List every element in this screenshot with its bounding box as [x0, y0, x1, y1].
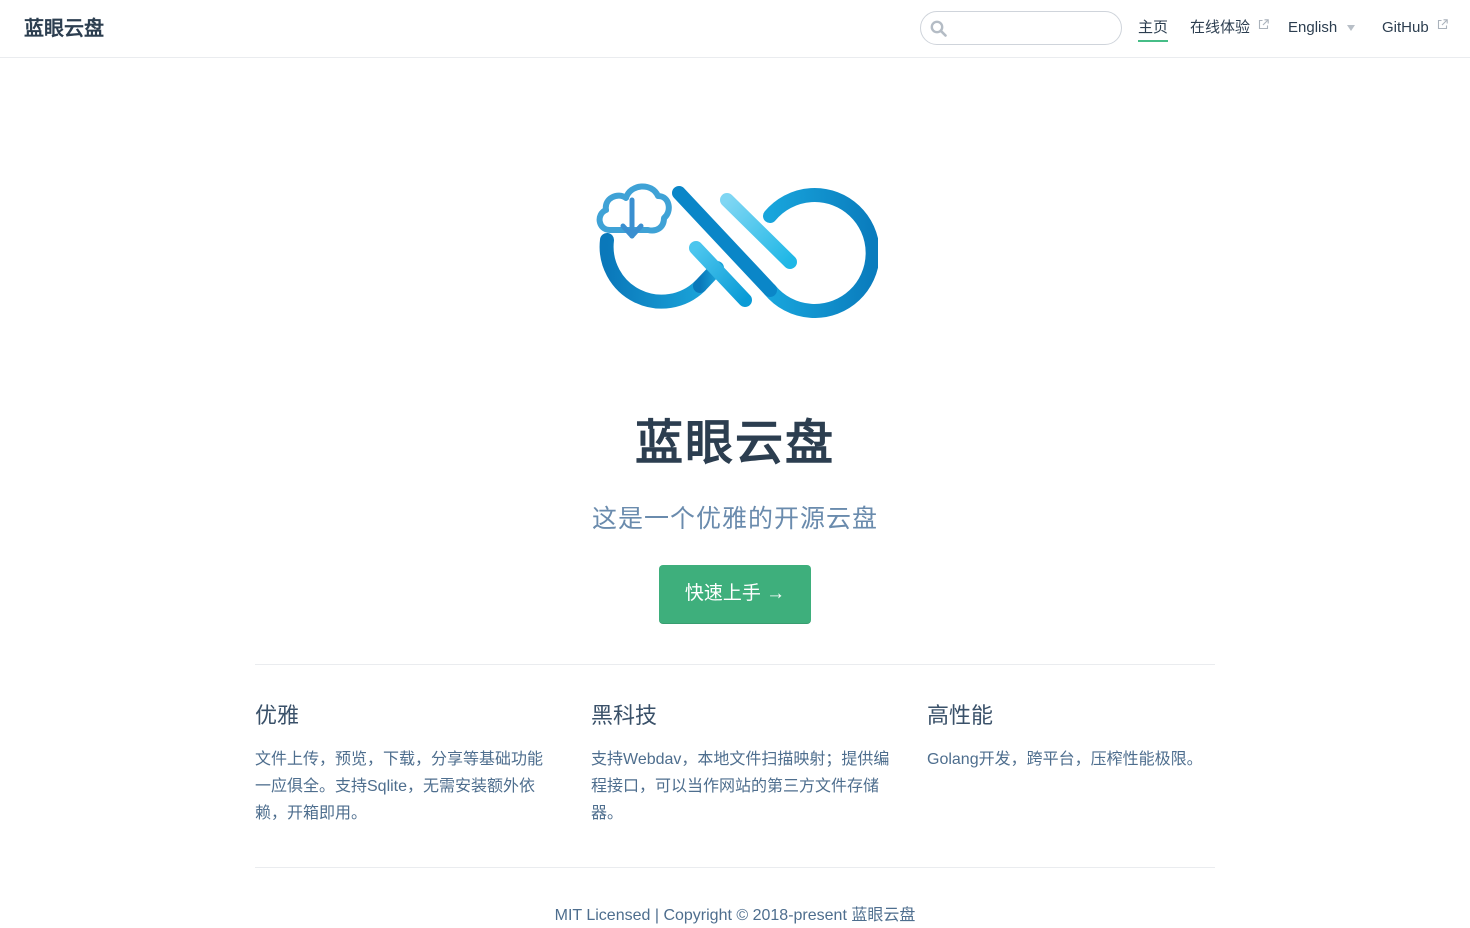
- hero-title: 蓝眼云盘: [634, 417, 835, 470]
- feature-details: 文件上传，预览，下载，分享等基础功能一应俱全。支持Sqlite，无需安装额外依赖…: [255, 751, 544, 822]
- feature-title: 高性能: [927, 703, 994, 728]
- feature-card: 高性能 Golang开发，跨平台，压榨性能极限。: [927, 700, 1227, 773]
- features-divider: [255, 664, 1215, 665]
- hero-description: 这是一个优雅的开源云盘: [591, 505, 878, 533]
- feature-title: 优雅: [255, 703, 300, 728]
- nav-link-github-label: GitHub: [1382, 19, 1429, 36]
- nav-links: 主页 在线体验 English GitHub: [0, 17, 1470, 47]
- get-started-button[interactable]: 快速上手 →: [659, 565, 811, 624]
- navbar: 蓝眼云盘 主页 在线体验 English GitHub: [0, 0, 1470, 58]
- nav-link-online-demo[interactable]: 在线体验: [1190, 17, 1269, 39]
- footer-divider: [255, 867, 1215, 868]
- feature-details: 支持Webdav，本地文件扫描映射；提供编程接口，可以当作网站的第三方文件存储器…: [591, 751, 890, 822]
- nav-link-github[interactable]: GitHub: [1382, 17, 1448, 39]
- nav-link-home[interactable]: 主页: [1138, 17, 1169, 42]
- external-link-icon: [1437, 19, 1448, 30]
- nav-dropdown-language[interactable]: English: [1288, 17, 1356, 39]
- feature-card: 优雅 文件上传，预览，下载，分享等基础功能一应俱全。支持Sqlite，无需安装额…: [255, 700, 555, 827]
- dropdown-caret-icon: [1347, 25, 1356, 32]
- footer-text: MIT Licensed | Copyright © 2018-present …: [554, 907, 916, 924]
- nav-link-online-demo-label: 在线体验: [1190, 19, 1251, 36]
- feature-card: 黑科技 支持Webdav，本地文件扫描映射；提供编程接口，可以当作网站的第三方文…: [591, 700, 891, 827]
- nav-dropdown-language-label: English: [1288, 19, 1338, 36]
- feature-title: 黑科技: [591, 703, 658, 728]
- nav-link-home-label: 主页: [1138, 19, 1169, 36]
- feature-details: Golang开发，跨平台，压榨性能极限。: [927, 751, 1203, 768]
- hero-logo: [596, 183, 878, 318]
- external-link-icon: [1259, 19, 1269, 30]
